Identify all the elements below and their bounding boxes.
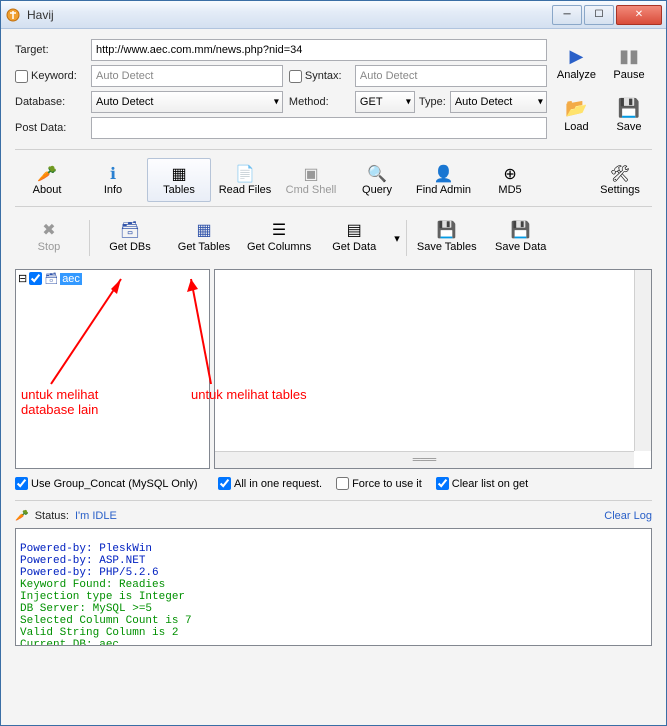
analyze-button[interactable]: ▶ Analyze (553, 43, 600, 83)
getdbs-button[interactable]: 🗃Get DBs (96, 217, 164, 259)
query-icon: 🔍 (367, 164, 387, 182)
keyword-input[interactable] (91, 65, 283, 87)
titlebar[interactable]: Havij ─ ☐ ✕ (1, 1, 666, 29)
dropdown-arrow-icon[interactable]: ▾ (394, 232, 400, 245)
play-icon: ▶ (570, 45, 584, 67)
tab-md5[interactable]: ⊕MD5 (478, 158, 542, 202)
tab-cmdshell[interactable]: ▣Cmd Shell (279, 158, 343, 202)
pause-icon: ▮▮ (619, 45, 639, 67)
tab-settings[interactable]: 🛠Settings (588, 158, 652, 202)
getdata-button[interactable]: ▤Get Data (320, 217, 388, 259)
type-label: Type: (419, 96, 446, 108)
save-button[interactable]: 💾 Save (606, 95, 652, 135)
table-action-bar: ✖Stop 🗃Get DBs ▦Get Tables ☰Get Columns … (15, 211, 652, 265)
admin-icon: 👤 (434, 164, 454, 182)
savetables-button[interactable]: 💾Save Tables (413, 217, 481, 259)
log-line: Injection type is Integer (20, 591, 185, 603)
syntax-input[interactable] (355, 65, 547, 87)
columns-icon: ☰ (272, 220, 286, 240)
allinone-checkbox[interactable]: All in one request. (218, 477, 322, 490)
log-line: Current DB: aec (20, 639, 119, 646)
tables-icon: ▦ (171, 164, 186, 182)
file-icon: 📄 (235, 164, 255, 182)
clearlog-link[interactable]: Clear Log (604, 510, 652, 522)
save-icon: 💾 (511, 220, 531, 240)
keyword-checkbox[interactable]: Keyword: (15, 70, 85, 83)
close-button[interactable]: ✕ (616, 5, 662, 25)
log-line: DB Server: MySQL >=5 (20, 603, 152, 615)
method-combo[interactable] (355, 91, 415, 113)
log-line: Powered-by: PHP/5.2.6 (20, 567, 159, 579)
stop-icon: ✖ (42, 220, 55, 240)
savedata-button[interactable]: 💾Save Data (487, 217, 555, 259)
tab-info[interactable]: ℹInfo (81, 158, 145, 202)
load-button[interactable]: 📂 Load (553, 95, 600, 135)
app-icon (5, 7, 21, 23)
log-line: Powered-by: PleskWin (20, 543, 152, 555)
tab-tables[interactable]: ▦Tables (147, 158, 211, 202)
table-icon: ▦ (196, 220, 211, 240)
terminal-icon: ▣ (303, 164, 318, 182)
vertical-scrollbar[interactable] (634, 270, 651, 451)
target-panel: Target: ▶ Analyze ▮▮ Pause Keyword: Synt… (15, 39, 652, 143)
tree-row[interactable]: ⊟ 🗃 aec (18, 272, 207, 285)
data-icon: ▤ (347, 220, 362, 240)
tab-findadmin[interactable]: 👤Find Admin (411, 158, 476, 202)
separator (15, 149, 652, 150)
clearlist-checkbox[interactable]: Clear list on get (436, 477, 528, 490)
tab-about[interactable]: 🥕About (15, 158, 79, 202)
tab-query[interactable]: 🔍Query (345, 158, 409, 202)
save-icon: 💾 (437, 220, 457, 240)
options-row: Use Group_Concat (MySQL Only) All in one… (15, 473, 652, 494)
status-row: 🥕 Status: I'm IDLE Clear Log (15, 507, 652, 524)
minimize-button[interactable]: ─ (552, 5, 582, 25)
content-area: Target: ▶ Analyze ▮▮ Pause Keyword: Synt… (1, 29, 666, 725)
getcolumns-button[interactable]: ☰Get Columns (244, 217, 314, 259)
window-title: Havij (27, 8, 552, 22)
horizontal-scrollbar[interactable]: ═══ (215, 451, 634, 468)
separator (15, 500, 652, 501)
syntax-checkbox[interactable]: Syntax: (289, 70, 349, 83)
carrot-icon: 🥕 (37, 164, 57, 182)
tree-expander-icon[interactable]: ⊟ (18, 272, 27, 285)
type-combo[interactable] (450, 91, 547, 113)
postdata-label: Post Data: (15, 122, 85, 134)
log-line: Powered-by: ASP.NET (20, 555, 145, 567)
db-tree[interactable]: ⊟ 🗃 aec (15, 269, 210, 469)
db-icon: 🗃 (44, 272, 58, 285)
tree-db-name[interactable]: aec (60, 273, 82, 285)
postdata-input[interactable] (91, 117, 547, 139)
log-line: Selected Column Count is 7 (20, 615, 192, 627)
main-toolbar: 🥕About ℹInfo ▦Tables 📄Read Files ▣Cmd Sh… (15, 156, 652, 207)
carrot-icon: 🥕 (15, 509, 29, 522)
db-icon: 🗃 (120, 220, 140, 240)
app-window: Havij ─ ☐ ✕ Target: ▶ Analyze ▮▮ Pause K… (0, 0, 667, 726)
target-label: Target: (15, 44, 85, 56)
status-label: Status: (35, 510, 69, 522)
tree-checkbox[interactable] (29, 272, 42, 285)
tab-readfiles[interactable]: 📄Read Files (213, 158, 277, 202)
settings-icon: 🛠 (610, 164, 630, 182)
target-input[interactable] (91, 39, 547, 61)
database-label: Database: (15, 96, 85, 108)
pause-button[interactable]: ▮▮ Pause (606, 43, 652, 83)
save-icon: 💾 (618, 97, 640, 119)
log-line: Keyword Found: Readies (20, 579, 165, 591)
result-panel[interactable]: ═══ (214, 269, 652, 469)
folder-icon: 📂 (565, 97, 587, 119)
force-checkbox[interactable]: Force to use it (336, 477, 422, 490)
log-panel[interactable]: Powered-by: PleskWin Powered-by: ASP.NET… (15, 528, 652, 646)
gettables-button[interactable]: ▦Get Tables (170, 217, 238, 259)
log-line: Valid String Column is 2 (20, 627, 178, 639)
panels: ⊟ 🗃 aec ═══ (15, 269, 652, 469)
maximize-button[interactable]: ☐ (584, 5, 614, 25)
window-controls: ─ ☐ ✕ (552, 5, 662, 25)
info-icon: ℹ (110, 164, 116, 182)
md5-icon: ⊕ (503, 164, 516, 182)
method-label: Method: (289, 96, 349, 108)
stop-button[interactable]: ✖Stop (15, 217, 83, 259)
status-value: I'm IDLE (75, 510, 117, 522)
groupconcat-checkbox[interactable]: Use Group_Concat (MySQL Only) (15, 477, 210, 490)
database-combo[interactable] (91, 91, 283, 113)
